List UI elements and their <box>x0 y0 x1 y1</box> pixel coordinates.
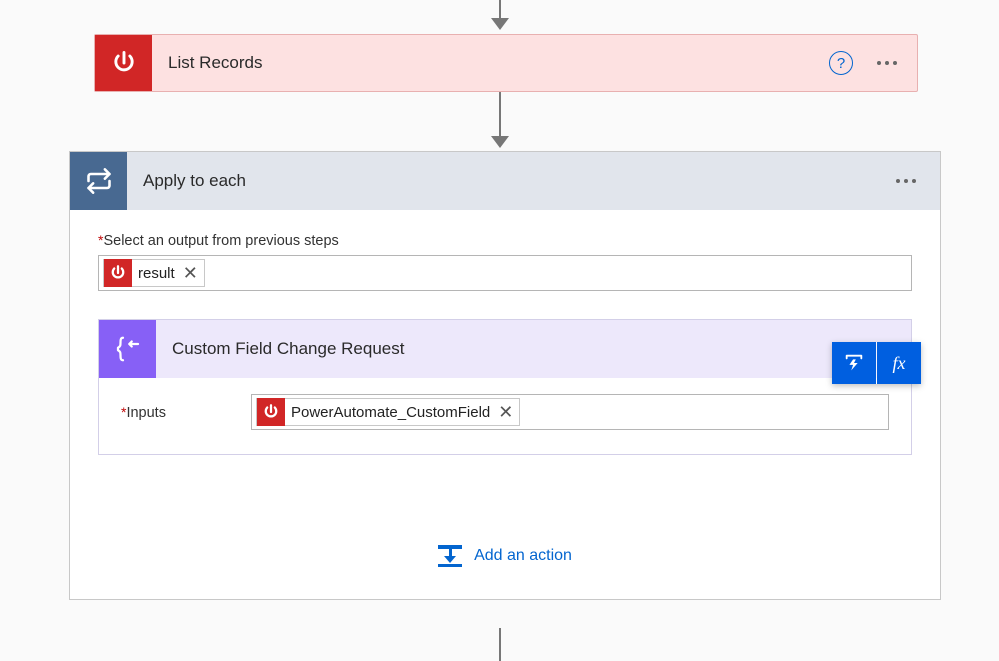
connector-line <box>499 628 501 661</box>
step-apply-to-each: Apply to each *Select an output from pre… <box>69 151 941 600</box>
power-icon <box>257 398 285 426</box>
label-text: Select an output from previous steps <box>103 233 338 249</box>
apply-to-each-header[interactable]: Apply to each <box>70 152 940 210</box>
token-text: result <box>132 265 181 282</box>
add-action-label: Add an action <box>474 547 572 565</box>
arrowhead-icon <box>491 18 509 30</box>
power-icon <box>104 259 132 287</box>
braces-icon <box>99 320 156 378</box>
dynamic-content-toolbar: fx <box>832 342 921 384</box>
token-remove[interactable]: ✕ <box>181 263 204 284</box>
custom-action-header[interactable]: Custom Field Change Request <box>99 320 911 378</box>
insert-action-icon <box>438 545 462 567</box>
add-action-button[interactable]: Add an action <box>98 545 912 567</box>
connector-line <box>499 92 501 136</box>
more-menu[interactable] <box>873 61 901 65</box>
step-title: Custom Field Change Request <box>156 339 911 359</box>
token-text: PowerAutomate_CustomField <box>285 404 496 421</box>
more-menu[interactable] <box>892 179 920 183</box>
arrowhead-icon <box>491 136 509 148</box>
flow-canvas: List Records ? Apply to each <box>0 0 999 661</box>
select-output-input[interactable]: result ✕ <box>98 255 912 291</box>
custom-action-body: *Inputs PowerAutomate_CustomField ✕ <box>99 378 911 454</box>
step-list-records[interactable]: List Records ? <box>94 34 918 92</box>
inputs-label: *Inputs <box>121 404 251 421</box>
select-output-label: *Select an output from previous steps <box>98 232 912 249</box>
step-title: List Records <box>152 53 829 73</box>
dynamic-content-button[interactable] <box>832 342 876 384</box>
label-text: Inputs <box>126 405 166 421</box>
inputs-field[interactable]: PowerAutomate_CustomField ✕ <box>251 394 889 430</box>
help-icon[interactable]: ? <box>829 51 853 75</box>
token-customfield[interactable]: PowerAutomate_CustomField ✕ <box>256 398 520 426</box>
token-remove[interactable]: ✕ <box>496 402 519 423</box>
expression-button[interactable]: fx <box>877 342 921 384</box>
step-custom-field-change-request: Custom Field Change Request *Inputs <box>98 319 912 455</box>
connector-line <box>499 0 501 18</box>
loop-icon <box>70 152 127 210</box>
power-icon <box>95 35 152 91</box>
apply-to-each-body: *Select an output from previous steps re… <box>70 210 940 599</box>
fx-label: fx <box>893 353 906 374</box>
step-title: Apply to each <box>127 171 892 191</box>
token-result[interactable]: result ✕ <box>103 259 205 287</box>
